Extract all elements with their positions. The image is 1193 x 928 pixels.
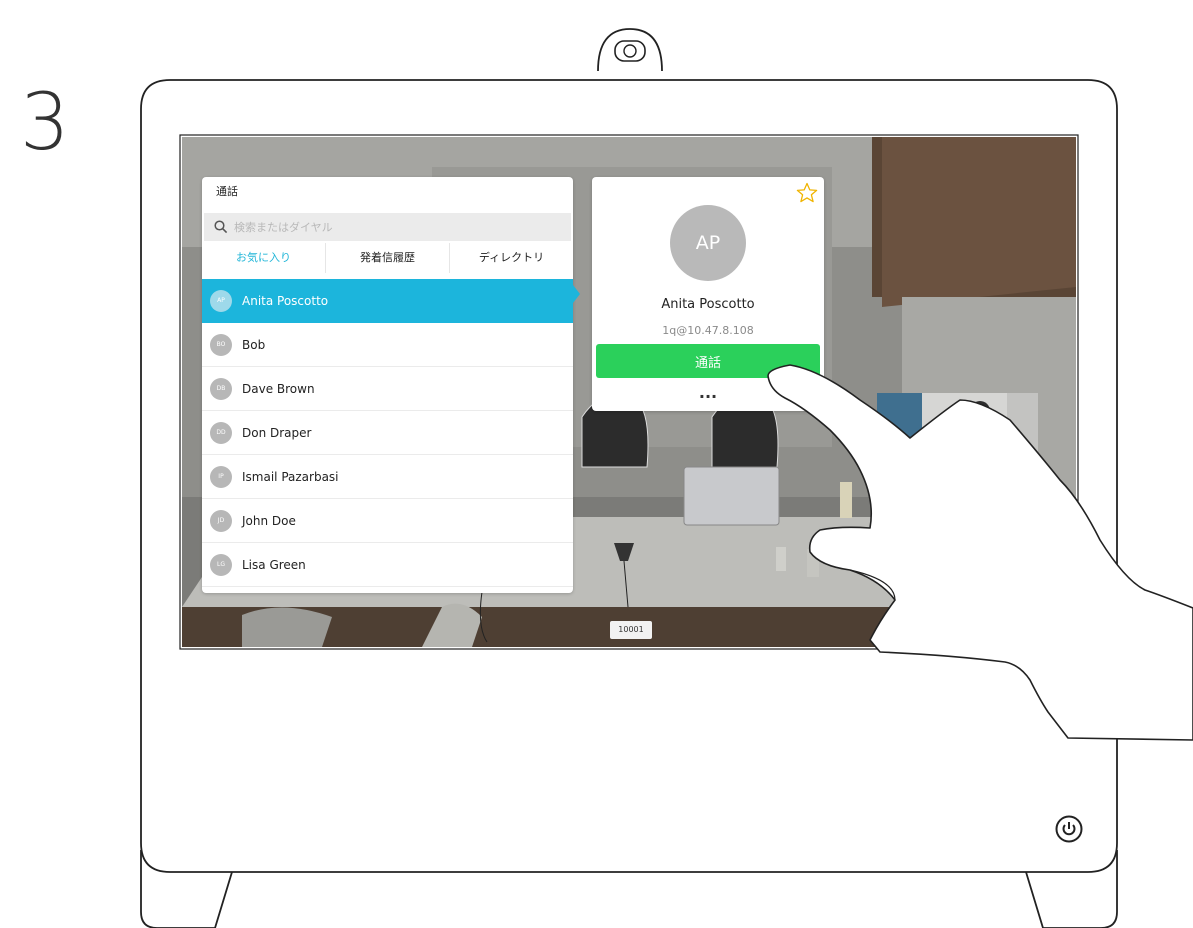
hand-pointer-illustration [767,364,1193,741]
